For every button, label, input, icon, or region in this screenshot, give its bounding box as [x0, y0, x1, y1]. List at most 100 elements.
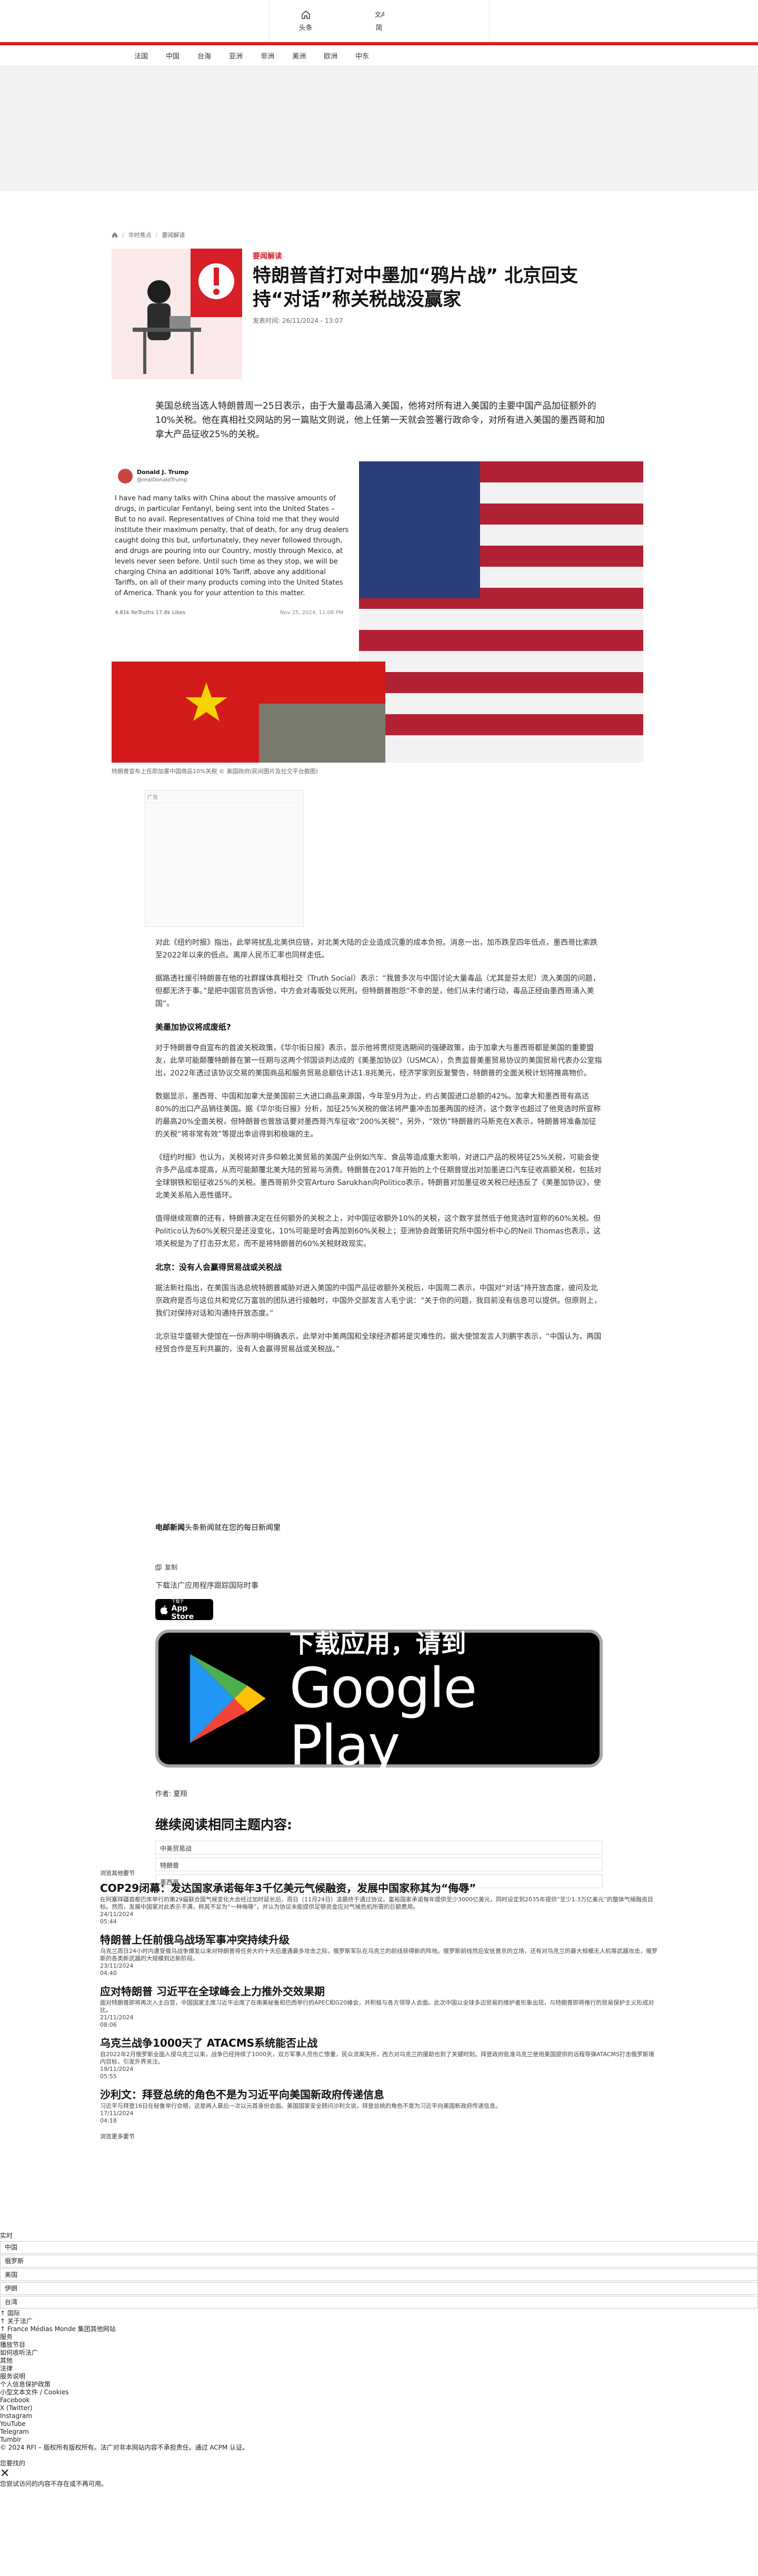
- news-title[interactable]: 应对特朗普 习近平在全球峰会上力推外交效果期: [100, 1985, 658, 1998]
- breadcrumb-item[interactable]: 华时焦点: [128, 231, 152, 239]
- nav-item[interactable]: 欧洲: [324, 51, 337, 61]
- news-excerpt: 面对特朗普即将再次入主白宫，中国国家主席习近平出席了在南美秘鲁和巴西举行的APE…: [100, 1999, 654, 2014]
- article-paragraph: 《纽约时报》也认为，关税将对许多仰赖北美贸易的美国产业例如汽车、食品等造成重大影…: [155, 1153, 602, 1200]
- language-switch[interactable]: 文A 简: [342, 0, 415, 42]
- news-time: 04:40: [100, 1970, 117, 1977]
- copy-link-button[interactable]: 复制: [155, 1563, 177, 1572]
- breadcrumb-item[interactable]: 要闻解读: [162, 231, 185, 239]
- article-header-text: 要闻解读 特朗普首打对中墨加“鸦片战” 北京回支持“对话”称关税战没赢家 发表时…: [253, 249, 617, 379]
- flags-photo-image: Donald J. Trump @realDonaldTrump I have …: [112, 461, 643, 763]
- svg-text:charging China an additional 1: charging China an additional 10% Tariff,…: [115, 568, 326, 576]
- footer-link[interactable]: 法律: [0, 2365, 758, 2373]
- news-title[interactable]: COP29闭幕：发达国家承诺每年3千亿美元气候融资，发展中国家称其为“侮辱”: [100, 1881, 658, 1895]
- footer: 实时 中国 俄罗斯 美国 伊朗 台湾 ↑ 国际 ↑ 关于法广 ↑ France Mé…: [0, 2232, 758, 2488]
- section-heading: 美墨加协议将成废纸?: [155, 1022, 231, 1032]
- svg-text:文A: 文A: [375, 11, 384, 18]
- article-paragraph: 数据显示，墨西哥、中国和加拿大是美国前三大进口商品来源国，今年至9月为止，约占美…: [155, 1092, 601, 1139]
- see-more-link[interactable]: 浏览更多要节: [100, 2132, 658, 2140]
- news-date: 24/11/2024: [100, 1911, 134, 1918]
- footer-topic-link[interactable]: 美国: [0, 2268, 758, 2281]
- footer-link[interactable]: 播放节目: [0, 2341, 758, 2349]
- svg-text:But to no avail. Representativ: But to no avail. Representatives of Chin…: [115, 516, 339, 524]
- nav-item[interactable]: 亚洲: [229, 51, 243, 61]
- apple-icon: [160, 1605, 168, 1615]
- footer-topic-link[interactable]: 伊朗: [0, 2282, 758, 2295]
- footer-topic-link[interactable]: 俄罗斯: [0, 2255, 758, 2267]
- svg-text:caught doing this but, unfortu: caught doing this but, unfortunately, th…: [115, 537, 342, 545]
- home-icon: [301, 11, 310, 19]
- newsletter-promo[interactable]: 电邮新闻头条新闻就在您的每日新闻里: [155, 1522, 281, 1533]
- publish-date: 发表时间: 26/11/2024 - 13:07: [253, 317, 343, 324]
- news-item[interactable]: COP29闭幕：发达国家承诺每年3千亿美元气候融资，发展中国家称其为“侮辱” 在阿…: [100, 1881, 658, 1926]
- footer-link[interactable]: 服务: [0, 2333, 758, 2341]
- nav-item[interactable]: 中国: [166, 51, 179, 61]
- newsletter-promo-text: 头条新闻就在您的每日新闻里: [185, 1524, 281, 1532]
- nav-item[interactable]: 中东: [355, 51, 369, 61]
- footer-link[interactable]: ↑ 关于法广: [0, 2317, 758, 2325]
- breadcrumb-separator: /: [155, 231, 158, 239]
- google-play-badge[interactable]: 下载应用，请到 Google Play: [155, 1629, 603, 1774]
- article-paragraph: 北京驻华盛顿大使馆在一份声明中明确表示，此举对中美两国和全球经济都将是灾难性的。…: [155, 1333, 602, 1354]
- article-author: 作者: 夏翔: [155, 1790, 187, 1798]
- home-link[interactable]: 头条: [269, 0, 342, 42]
- related-topic-item[interactable]: 中美贸易战: [155, 1841, 603, 1854]
- footer-link[interactable]: Facebook: [0, 2396, 758, 2404]
- footer-link[interactable]: 小型文本文件 / Cookies: [0, 2389, 758, 2396]
- nav-item[interactable]: 美洲: [292, 51, 306, 61]
- language-label: 简: [375, 24, 383, 32]
- news-item[interactable]: 应对特朗普 习近平在全球峰会上力推外交效果期 面对特朗普即将再次入主白宫，中国国家…: [100, 1985, 658, 2029]
- footer-topic-link[interactable]: 台湾: [0, 2296, 758, 2308]
- article-paragraph: 对此《纽约时报》指出，此举将扰乱北美供应链，对北美大陆的企业造成沉重的成本负担。…: [155, 939, 597, 960]
- related-heading: 继续阅读相同主题内容:: [155, 1817, 292, 1832]
- footer-link[interactable]: 其他: [0, 2357, 758, 2365]
- footer-link[interactable]: ↑ France Médias Monde 集团其他网站: [0, 2325, 758, 2333]
- news-time: 04:18: [100, 2117, 117, 2124]
- article-lead: 美国总统当选人特朗普周一25日表示，由于大量毒品涌入美国，他将对所有进入美国的主…: [155, 401, 605, 440]
- breadcrumb-separator: /: [122, 231, 124, 239]
- app-store-big-label: App Store: [171, 1604, 194, 1621]
- news-time: 05:44: [100, 1918, 117, 1925]
- footer-link[interactable]: X (Twitter): [0, 2404, 758, 2412]
- news-title[interactable]: 沙利文：拜登总统的角色不是为习近平向美国新政府传递信息: [100, 2088, 658, 2101]
- article-kicker[interactable]: 要闻解读: [253, 251, 617, 261]
- svg-text:I have had many talks with Chi: I have had many talks with China about t…: [115, 495, 336, 502]
- article-title: 特朗普首打对中墨加“鸦片战” 北京回支持“对话”称关税战没赢家: [253, 265, 579, 310]
- footer-link[interactable]: Tumblr: [0, 2436, 758, 2444]
- close-icon[interactable]: ✕: [0, 2468, 758, 2480]
- news-list: COP29闭幕：发达国家承诺每年3千亿美元气候融资，发展中国家称其为“侮辱” 在阿…: [100, 1881, 658, 2125]
- section-heading: 北京：没有人会赢得贸易战或关税战: [155, 1262, 282, 1272]
- news-item[interactable]: 乌克兰战争1000天了 ATACMS系统能否止战 自2022年2月俄罗斯全面入侵乌…: [100, 2036, 658, 2080]
- nav-item[interactable]: 法国: [134, 51, 148, 61]
- footer-link[interactable]: YouTube: [0, 2420, 758, 2428]
- article-paragraph: 据法新社指出，在美国当选总统特朗普威胁对进入美国的中国产品征收额外关税后，中国周…: [155, 1284, 602, 1318]
- top-bar-inner: 头条 文A 简: [268, 0, 490, 42]
- more-news-label: 浏览其他要节: [100, 1870, 135, 1877]
- newsletter-promo-bold: 电邮新闻: [155, 1524, 185, 1532]
- footer-link[interactable]: 服务说明: [0, 2373, 758, 2381]
- nav-item[interactable]: 台海: [197, 51, 211, 61]
- google-play-text: 下载应用，请到 Google Play: [290, 1623, 600, 1774]
- footer-link[interactable]: Telegram: [0, 2428, 758, 2436]
- footer-link[interactable]: 如何收听法广: [0, 2349, 758, 2357]
- news-title[interactable]: 乌克兰战争1000天了 ATACMS系统能否止战: [100, 2036, 658, 2050]
- footer-topic-link[interactable]: 中国: [0, 2241, 758, 2254]
- footer-line: 您要找的: [0, 2460, 26, 2467]
- news-date: 17/11/2024: [100, 2110, 134, 2117]
- footer-link[interactable]: 个人信息保护政策: [0, 2381, 758, 2389]
- svg-text:drugs, in particular Fentanyl,: drugs, in particular Fentanyl, being sen…: [115, 505, 335, 513]
- home-label: 头条: [298, 24, 313, 32]
- news-title[interactable]: 特朗普上任前俄乌战场军事冲突持续升级: [100, 1933, 658, 1947]
- news-item[interactable]: 特朗普上任前俄乌战场军事冲突持续升级 乌克兰周日24小时内遭受俄乌战争爆发以来对特…: [100, 1933, 658, 1977]
- nav-item[interactable]: 非洲: [261, 51, 274, 61]
- app-store-badge[interactable]: 下载于 App Store: [155, 1599, 213, 1621]
- footer-line: 您尝试访问的内容不存在或不再可用。: [0, 2480, 108, 2488]
- ad-label: 广告: [145, 791, 303, 803]
- article-body: 对此《纽约时报》指出，此举将扰乱北美供应链，对北美大陆的企业造成沉重的成本负担。…: [155, 936, 603, 1366]
- svg-text:levels never seen before. Unti: levels never seen before. Until such tim…: [115, 558, 338, 566]
- news-item[interactable]: 沙利文：拜登总统的角色不是为习近平向美国新政府传递信息 习近平与拜登16日在秘鲁举…: [100, 2088, 658, 2125]
- home-icon[interactable]: [112, 232, 118, 238]
- news-excerpt: 在阿塞拜疆首都巴库举行的第29届联合国气候变化大会经过加时延长后，周日（11月2…: [100, 1896, 653, 1910]
- footer-link[interactable]: ↑ 国际: [0, 2309, 758, 2317]
- svg-text:institute their maximum penalt: institute their maximum penalty, that of…: [115, 526, 349, 534]
- footer-link[interactable]: Instagram: [0, 2412, 758, 2420]
